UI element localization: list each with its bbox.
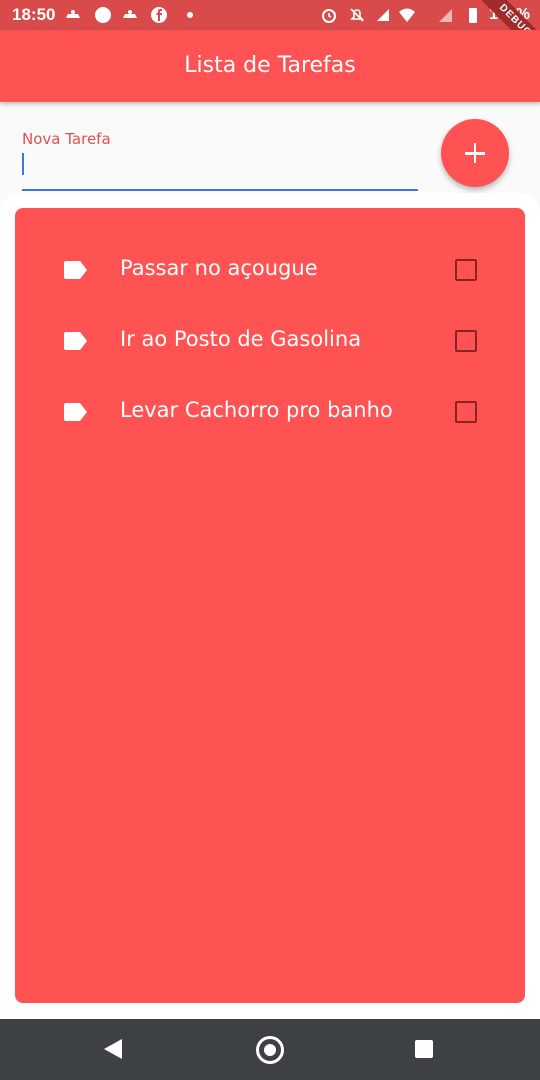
add-task-button[interactable] [441,119,509,187]
status-time: 18:50 [12,5,56,24]
signal-4g-icon [377,9,389,21]
notification-icon [123,10,137,18]
mute-icon [350,8,364,22]
wifi-icon [399,8,415,22]
battery-icon [469,8,477,23]
task-label: Passar no açougue [120,256,318,280]
task-checkbox[interactable] [455,259,477,281]
notification-icon [66,10,80,18]
list-item[interactable]: Passar no açougue [15,240,525,300]
task-checkbox[interactable] [455,330,477,352]
app-bar: Lista de Tarefas [0,30,540,102]
page-title: Lista de Tarefas [184,53,356,78]
list-item[interactable]: Ir ao Posto de Gasolina [15,311,525,371]
task-label: Levar Cachorro pro banho [120,398,393,422]
task-checkbox[interactable] [455,401,477,423]
signal-icon [439,9,452,22]
label-icon [64,403,87,421]
circle-icon [95,7,111,23]
app-screen: 18:50 100% DEBUG Lista de Tarefas Nova T… [0,0,540,1080]
alarm-icon [322,9,336,23]
input-underline [22,189,418,191]
task-label: Ir ao Posto de Gasolina [120,327,362,351]
home-icon[interactable] [256,1036,284,1064]
text-caret [22,153,24,175]
label-icon [64,332,87,350]
list-item[interactable]: Levar Cachorro pro banho [15,382,525,442]
back-icon[interactable] [104,1039,122,1059]
new-task-label: Nova Tarefa [22,130,111,148]
navigation-bar [0,1019,540,1080]
label-icon [64,261,87,279]
dot-icon [187,12,193,18]
status-bar: 18:50 100% [0,0,540,30]
recents-icon[interactable] [415,1040,433,1058]
facebook-icon [151,7,167,23]
